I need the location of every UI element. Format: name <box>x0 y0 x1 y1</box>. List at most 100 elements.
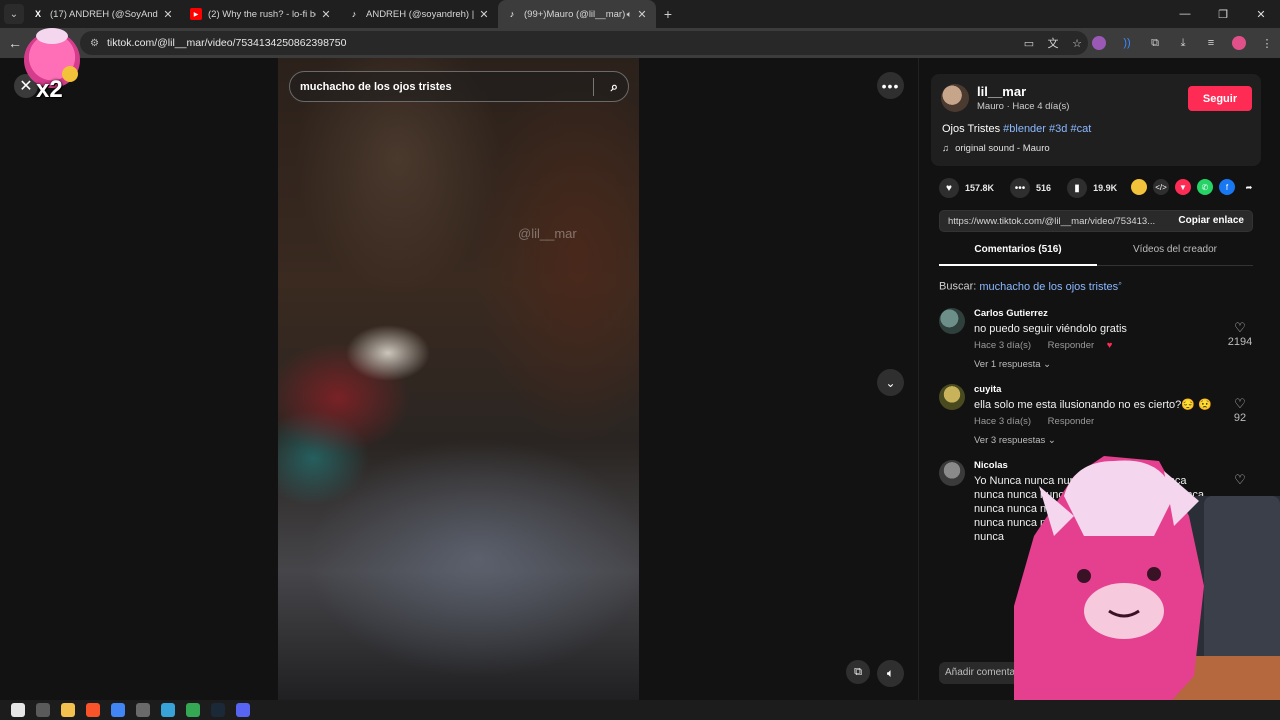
reply-button[interactable]: Responder <box>1048 340 1094 351</box>
coin-icon[interactable] <box>1131 179 1147 195</box>
comment-author[interactable]: Carlos Gutierrez <box>974 308 1048 319</box>
cast-icon[interactable]: ▭ <box>1022 36 1036 50</box>
address-bar[interactable]: ⚙︎ tiktok.com/@lil__mar/video/7534134250… <box>80 31 1088 55</box>
hashtag-link[interactable]: #cat <box>1070 123 1091 135</box>
search-query-link[interactable]: muchacho de los ojos tristes⌕ <box>979 280 1123 293</box>
search-icon[interactable]: ⌕ <box>611 79 618 95</box>
task-view-icon[interactable] <box>36 703 50 717</box>
avatar[interactable] <box>939 384 965 410</box>
extensions-bar: )) ⧉ ⤓ ≡ ⋮ <box>1092 28 1274 58</box>
embed-icon[interactable]: </> <box>1153 179 1169 195</box>
extension-audio-icon[interactable]: )) <box>1120 36 1134 50</box>
avatar[interactable] <box>939 308 965 334</box>
comment-author[interactable]: Nicolas <box>974 460 1008 471</box>
close-icon[interactable]: ✕ <box>636 8 648 21</box>
share-arrow-icon[interactable]: ➦ <box>1241 179 1257 195</box>
emoji-icon <box>62 66 78 82</box>
chrome-icon[interactable] <box>111 703 125 717</box>
volume-icon[interactable]: 🔈︎ <box>877 660 904 687</box>
more-options-icon[interactable]: ••• <box>877 72 904 99</box>
avatar[interactable] <box>939 460 965 486</box>
windows-start-icon[interactable] <box>11 703 25 717</box>
bookmark-star-icon[interactable]: ☆ <box>1070 36 1084 50</box>
avatar[interactable] <box>941 84 969 112</box>
profile-avatar[interactable] <box>1232 36 1246 50</box>
video-player[interactable]: @lil__mar <box>278 58 639 700</box>
comment-author[interactable]: cuyita <box>974 384 1001 395</box>
browser-tab[interactable]: ▶ (2) Why the rush? - lo-fi beats to ✕ <box>182 0 340 28</box>
heart-icon[interactable]: ♡ <box>1225 320 1255 336</box>
notepad-icon[interactable] <box>161 703 175 717</box>
comment-like[interactable]: ♡ 92 <box>1225 396 1255 424</box>
author-username[interactable]: lil__mar <box>977 84 1026 99</box>
tab-title: (2) Why the rush? - lo-fi beats to <box>208 8 316 20</box>
heart-icon[interactable]: ♥ <box>939 178 959 198</box>
video-link-field[interactable]: https://www.tiktok.com/@lil__mar/video/7… <box>939 210 1253 232</box>
download-icon[interactable]: ⤓ <box>1176 36 1190 50</box>
browser-tab[interactable]: ♪ ANDREH (@soyandreh) | TikTok ✕ <box>340 0 498 28</box>
follow-button[interactable]: Seguir <box>1188 86 1252 111</box>
save-count: 19.9K <box>1093 183 1118 193</box>
streamer-mascot-overlay <box>1014 456 1280 720</box>
discord-icon[interactable] <box>236 703 250 717</box>
chrome-alt-icon[interactable] <box>186 703 200 717</box>
comment-meta: Hace 3 día(s) Responder ♥ <box>974 340 1112 351</box>
close-icon[interactable]: ✕ <box>320 8 332 21</box>
speaker-icon[interactable]: 🔈︎ <box>627 9 632 20</box>
copy-link-button[interactable]: Copiar enlace <box>1178 215 1244 226</box>
minimize-button[interactable]: — <box>1166 0 1204 28</box>
hashtag-link[interactable]: #blender <box>1003 123 1046 135</box>
bookmark-icon[interactable]: ▮ <box>1067 178 1088 198</box>
video-link-text: https://www.tiktok.com/@lil__mar/video/7… <box>948 215 1156 227</box>
creator-liked-icon: ♥ <box>1106 340 1113 351</box>
picture-in-picture-icon[interactable]: ⧉ <box>846 660 870 684</box>
search-icon: ⌕ <box>1118 280 1123 287</box>
steam-icon[interactable] <box>211 703 225 717</box>
chevron-down-icon[interactable]: ⌄ <box>877 369 904 396</box>
video-watermark: @lil__mar <box>518 226 577 241</box>
file-explorer-icon[interactable] <box>61 703 75 717</box>
tab-comments[interactable]: Comentarios (516) <box>939 244 1097 266</box>
reading-list-icon[interactable]: ≡ <box>1204 36 1218 50</box>
brave-icon[interactable] <box>86 703 100 717</box>
tab-title: (17) ANDREH (@SoyAndreh) / X <box>50 8 158 20</box>
author-display-name: Mauro <box>977 101 1004 112</box>
comment-like[interactable]: ♡ 2194 <box>1225 320 1255 348</box>
video-search-bar[interactable]: muchacho de los ojos tristes ⌕ <box>289 71 629 102</box>
author-card: lil__mar Mauro · Hace 4 día(s) Seguir Oj… <box>931 74 1261 166</box>
address-bar-row: ← ⚙︎ tiktok.com/@lil__mar/video/75341342… <box>0 28 1280 58</box>
tab-search-button[interactable]: ⌄ <box>4 4 24 24</box>
hashtag-link[interactable]: #3d <box>1049 123 1067 135</box>
x-logo-icon: X <box>34 9 41 19</box>
divider <box>593 78 594 96</box>
whatsapp-icon[interactable]: ✆ <box>1197 179 1213 195</box>
app-icon[interactable] <box>136 703 150 717</box>
video-search-query: muchacho de los ojos tristes <box>300 80 452 93</box>
close-icon[interactable]: ✕ <box>478 8 490 21</box>
view-replies-button[interactable]: Ver 3 respuestas ⌄ <box>974 435 1056 446</box>
view-replies-button[interactable]: Ver 1 respuesta ⌄ <box>974 359 1051 370</box>
close-window-button[interactable]: ✕ <box>1242 0 1280 28</box>
close-icon[interactable]: ✕ <box>162 8 174 21</box>
new-tab-button[interactable]: + <box>656 6 680 22</box>
restore-button[interactable]: ❐ <box>1204 0 1242 28</box>
comment-icon[interactable]: ••• <box>1010 178 1031 198</box>
tab-creator-videos[interactable]: Vídeos del creador <box>1097 244 1253 266</box>
browser-tab[interactable]: X (17) ANDREH (@SoyAndreh) / X ✕ <box>24 0 182 28</box>
sound-link[interactable]: ♫ original sound - Mauro <box>942 143 1050 154</box>
puzzle-icon[interactable]: ⧉ <box>1148 36 1162 50</box>
facebook-icon[interactable]: f <box>1219 179 1235 195</box>
browser-tab-active[interactable]: ♪ (99+)Mauro (@lil__mar) | TikTok 🔈︎ ✕ <box>498 0 656 28</box>
reply-button[interactable]: Responder <box>1048 416 1094 427</box>
send-icon[interactable]: ▼ <box>1175 179 1191 195</box>
heart-icon[interactable]: ♡ <box>1225 396 1255 412</box>
translate-icon[interactable]: 文 <box>1046 36 1060 50</box>
search-query-text: muchacho de los ojos tristes <box>979 280 1119 293</box>
tab-title: ANDREH (@soyandreh) | TikTok <box>366 8 474 20</box>
extension-icon[interactable] <box>1092 36 1106 50</box>
search-label: Buscar: <box>939 280 977 293</box>
tiktok-logo-icon: ♪ <box>351 9 357 19</box>
music-note-icon: ♫ <box>942 143 950 154</box>
site-info-icon[interactable]: ⚙︎ <box>90 38 99 49</box>
kebab-menu-icon[interactable]: ⋮ <box>1260 36 1274 50</box>
